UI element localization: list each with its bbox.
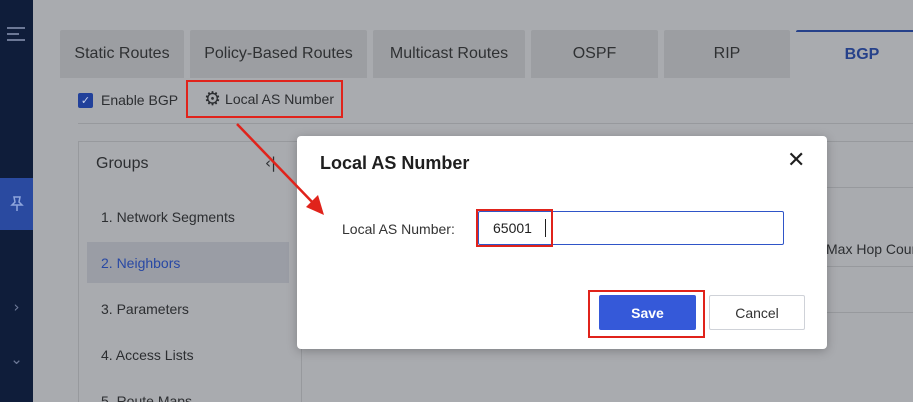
tab-static-routes[interactable]: Static Routes	[60, 30, 184, 78]
divider	[820, 312, 913, 313]
local-as-number-input[interactable]	[478, 211, 784, 245]
text-caret	[545, 219, 546, 237]
route-tabs: Static Routes Policy-Based Routes Multic…	[60, 30, 913, 78]
group-item-label: 2. Neighbors	[101, 254, 181, 271]
tab-multicast-routes[interactable]: Multicast Routes	[373, 30, 525, 78]
enable-bgp-checkbox[interactable]: ✓	[78, 92, 93, 108]
local-as-number-dialog: Local AS Number ✕ Local AS Number: Save …	[297, 136, 827, 349]
local-as-number-field-label: Local AS Number:	[342, 221, 455, 237]
divider	[820, 266, 913, 267]
group-item-route-maps[interactable]: 5. Route Maps	[87, 380, 289, 402]
save-button[interactable]: Save	[599, 295, 696, 330]
tab-ospf[interactable]: OSPF	[531, 30, 658, 78]
local-as-number-button[interactable]: ⚙ Local AS Number	[186, 80, 343, 118]
check-icon: ✓	[80, 93, 91, 107]
group-item-label: 3. Parameters	[101, 300, 189, 317]
pin-icon[interactable]	[0, 178, 33, 230]
groups-title: Groups	[96, 155, 149, 172]
groups-panel: Groups ‹| 1. Network Segments 2. Neighbo…	[78, 141, 302, 402]
chevron-right-icon[interactable]: ›	[0, 298, 33, 316]
divider	[78, 123, 913, 124]
left-rail: › ⌄	[0, 0, 33, 402]
collapse-icon[interactable]: ‹|	[265, 154, 276, 172]
group-item-label: 4. Access Lists	[101, 346, 194, 363]
group-item-label: 1. Network Segments	[101, 208, 235, 225]
group-item-label: 5. Route Maps	[101, 392, 193, 402]
local-as-number-button-label: Local AS Number	[225, 91, 334, 107]
column-header-max-hop-count: Max Hop Count	[826, 241, 913, 257]
chevron-down-icon[interactable]: ⌄	[0, 350, 33, 368]
group-item-access-lists[interactable]: 4. Access Lists	[87, 334, 289, 375]
enable-bgp-label: Enable BGP	[101, 92, 179, 108]
tab-bgp[interactable]: BGP	[796, 30, 913, 78]
tab-rip[interactable]: RIP	[664, 30, 790, 78]
group-item-neighbors[interactable]: 2. Neighbors	[87, 242, 289, 283]
enable-bgp-row: ✓ Enable BGP	[78, 88, 178, 112]
group-item-parameters[interactable]: 3. Parameters	[87, 288, 289, 329]
dialog-title: Local AS Number	[320, 153, 470, 173]
menu-icon[interactable]	[7, 27, 25, 41]
group-item-network-segments[interactable]: 1. Network Segments	[87, 196, 289, 237]
tab-policy-based-routes[interactable]: Policy-Based Routes	[190, 30, 367, 78]
gear-icon: ⚙	[204, 88, 222, 110]
close-icon[interactable]: ✕	[787, 150, 805, 172]
cancel-button[interactable]: Cancel	[709, 295, 805, 330]
